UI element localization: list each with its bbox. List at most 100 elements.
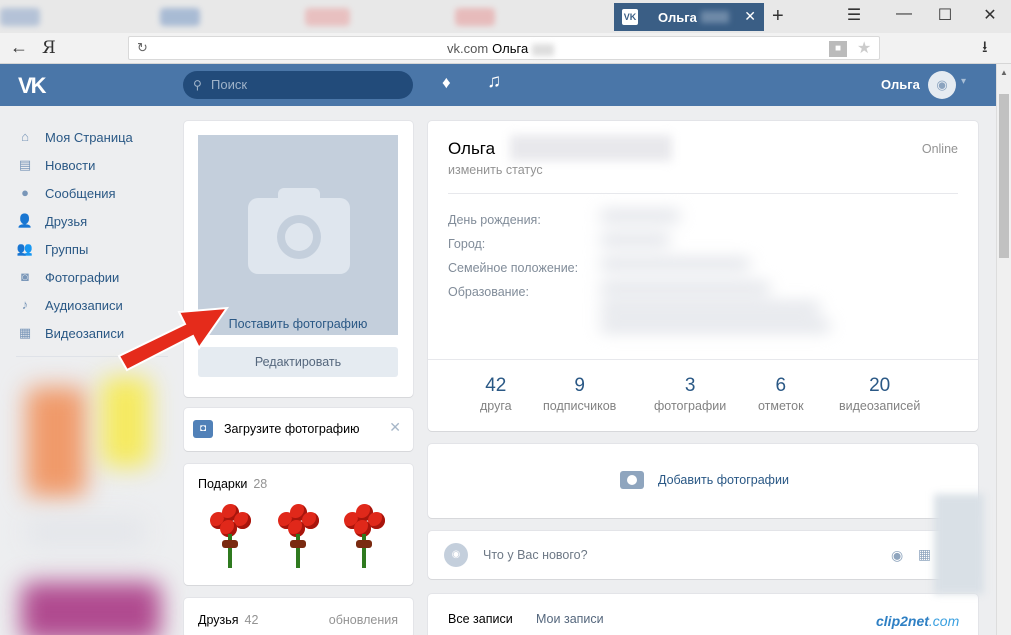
news-icon: ▤ (18, 157, 32, 172)
music-icon[interactable]: ♫ (487, 71, 501, 93)
tab-title: Ольга (658, 9, 697, 25)
sidebar-item-messages[interactable]: ● Сообщения (16, 179, 176, 207)
watermark-brand: clip2net (876, 613, 929, 629)
browser-menu-icon[interactable]: ☰ (843, 5, 865, 25)
vk-header: VK ⚲ Поиск ♦ ♫ Ольга ◉ ▾ (0, 64, 996, 106)
counter-label: друга (480, 399, 512, 413)
sidebar-item-friends[interactable]: 👤 Друзья (16, 207, 176, 235)
new-tab-button[interactable]: + (772, 5, 784, 28)
floating-widget-blurred[interactable] (934, 494, 984, 594)
sidebar-item-label: Друзья (45, 213, 88, 229)
scroll-up-icon[interactable]: ▲ (1000, 68, 1008, 77)
scrollbar-thumb[interactable] (999, 94, 1009, 258)
counter-value: 6 (775, 375, 787, 396)
sidebar-item-news[interactable]: ▤ Новости (16, 151, 176, 179)
lock-icon[interactable]: ■ (829, 41, 847, 57)
counter-followers[interactable]: 9 подписчиков (543, 375, 616, 413)
profile-name-blurred (510, 135, 672, 161)
gifts-count: 28 (253, 477, 268, 491)
friends-updates-link[interactable]: обновления (329, 613, 398, 627)
ad-image (26, 387, 86, 497)
search-placeholder: Поиск (211, 77, 248, 92)
avatar: ◉ (444, 543, 468, 567)
counter-value: 9 (574, 375, 585, 396)
post-composer[interactable]: ◉ Что у Вас нового? ◉ ▦ (428, 531, 978, 579)
counter-tags[interactable]: 6 отметок (758, 375, 804, 413)
counter-videos[interactable]: 20 видеозаписей (839, 375, 920, 413)
sidebar-item-photos[interactable]: ◙ Фотографии (16, 263, 176, 291)
tab-ghost[interactable] (0, 8, 40, 26)
tab-ghost[interactable] (305, 8, 350, 26)
scrollbar[interactable]: ▲ (996, 64, 1011, 635)
header-user-name[interactable]: Ольга (881, 77, 920, 92)
bell-icon[interactable]: ♦ (442, 73, 451, 93)
reload-icon[interactable]: ↻ (137, 40, 148, 56)
photo-icon: ◙ (21, 269, 29, 284)
vk-favicon-icon: VK (622, 9, 638, 25)
browser-tab-active[interactable]: VK Ольга ✕ (614, 3, 764, 31)
chevron-down-icon[interactable]: ▾ (961, 76, 966, 87)
tab-ghost[interactable] (160, 8, 200, 26)
upload-photo-prompt[interactable]: ◘ Загрузите фотографию ✕ (184, 408, 413, 451)
friends-count: 42 (244, 613, 259, 627)
upload-photo-label: Загрузите фотографию (224, 422, 360, 436)
url-text: vk.com Ольга (447, 41, 554, 56)
info-values-blurred (600, 203, 834, 343)
tab-ghost[interactable] (455, 8, 495, 26)
url-field[interactable]: ↻ vk.com Ольга ■ ★ (128, 36, 880, 60)
sidebar-item-my-page[interactable]: ⌂ Моя Страница (16, 123, 176, 151)
gifts-title[interactable]: Подарки 28 (198, 477, 267, 491)
friends-card: Друзья 42 обновления (184, 598, 413, 635)
vk-logo[interactable]: VK (18, 73, 47, 99)
gift-flower-icon[interactable] (274, 504, 322, 570)
download-icon[interactable]: ⭳ (982, 36, 988, 63)
url-title: Ольга (492, 41, 529, 56)
gifts-label: Подарки (198, 477, 248, 491)
profile-info-card: Ольга Online изменить статус День рожден… (428, 121, 978, 431)
ad-image (21, 582, 161, 635)
counter-value: 42 (485, 375, 507, 396)
add-photos-card[interactable]: Добавить фотографии (428, 444, 978, 518)
counter-label: видеозаписей (839, 399, 921, 413)
watermark-suffix: .com (928, 613, 960, 629)
gift-flower-icon[interactable] (340, 504, 388, 570)
divider (448, 193, 958, 194)
add-photos-link[interactable]: Добавить фотографии (658, 473, 789, 487)
yandex-logo[interactable]: Я (42, 38, 56, 58)
url-domain: vk.com (447, 41, 489, 56)
video-icon[interactable]: ▦ (918, 546, 931, 563)
sidebar-item-label: Видеозаписи (45, 325, 125, 341)
counter-label: отметок (758, 399, 804, 413)
tab-all-posts[interactable]: Все записи (448, 612, 513, 626)
audio-icon: ♪ (21, 297, 29, 312)
back-arrow-icon[interactable]: ← (10, 37, 28, 58)
change-status-link[interactable]: изменить статус (448, 163, 543, 177)
counter-photos[interactable]: 3 фотографии (654, 375, 726, 413)
post-input[interactable]: Что у Вас нового? (483, 548, 588, 562)
search-input[interactable]: ⚲ Поиск (183, 71, 413, 99)
tab-my-posts[interactable]: Мои записи (536, 612, 604, 626)
camera-icon: ◘ (193, 420, 213, 438)
home-icon: ⌂ (21, 129, 29, 144)
camera-icon (620, 471, 644, 489)
avatar[interactable]: ◉ (928, 71, 956, 99)
message-icon: ● (21, 185, 29, 200)
browser-tabbar: VK Ольга ✕ + ☰ — ☐ ✕ (0, 0, 1011, 33)
maximize-button[interactable]: ☐ (934, 5, 956, 25)
ad-text (26, 517, 146, 547)
camera-icon[interactable]: ◉ (891, 547, 903, 564)
sidebar-item-groups[interactable]: 👥 Группы (16, 235, 176, 263)
sidebar-item-label: Сообщения (45, 185, 116, 201)
counter-label: фотографии (654, 399, 727, 413)
close-window-button[interactable]: ✕ (979, 5, 1001, 25)
camera-icon (248, 188, 350, 274)
bookmark-star-icon[interactable]: ★ (857, 38, 871, 58)
tab-close-icon[interactable]: ✕ (744, 8, 756, 25)
gift-flower-icon[interactable] (206, 504, 254, 570)
group-icon: 👥 (16, 241, 34, 256)
close-icon[interactable]: ✕ (389, 419, 401, 436)
counter-friends[interactable]: 42 друга (480, 375, 512, 413)
minimize-button[interactable]: — (893, 5, 915, 23)
friends-title[interactable]: Друзья 42 (198, 613, 258, 627)
left-ad-blurred[interactable] (16, 356, 168, 635)
